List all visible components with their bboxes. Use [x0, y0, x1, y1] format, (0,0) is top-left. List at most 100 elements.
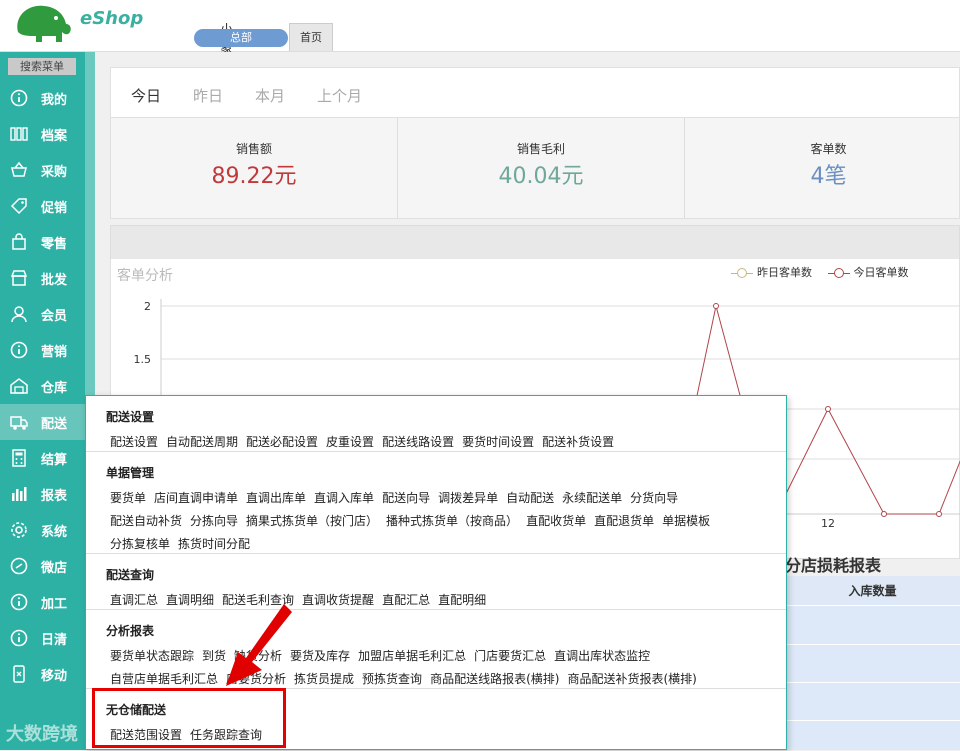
menu-link[interactable]: 预拣货查询	[362, 672, 422, 686]
calculator-icon	[12, 449, 26, 467]
menu-link[interactable]: 直调明细	[166, 593, 214, 607]
user-icon	[11, 306, 27, 323]
stat-gross-profit: 销售毛利 40.04元	[398, 118, 685, 218]
menu-link[interactable]: 永续配送单	[562, 491, 622, 505]
sidebar-item-label: 结算	[41, 453, 68, 468]
chart-header-band	[110, 225, 960, 259]
sidebar-item-15[interactable]: 日清	[0, 620, 85, 656]
sidebar-item-label: 会员	[41, 309, 68, 324]
menu-link[interactable]: 自营店单据毛利汇总	[110, 672, 218, 686]
warehouse-icon	[10, 378, 28, 394]
sidebar-item-13[interactable]: 微店	[0, 548, 85, 584]
sidebar-item-label: 档案	[41, 129, 68, 144]
menu-link[interactable]: 自动配送周期	[166, 435, 238, 449]
menu-link[interactable]: 直调收货提醒	[302, 593, 374, 607]
period-tabs: 今日 昨日 本月 上个月	[110, 67, 960, 119]
menu-link[interactable]: 配送设置	[110, 435, 158, 449]
sidebar-item-6[interactable]: 会员	[0, 296, 85, 332]
menu-link[interactable]: 单据模板	[662, 514, 710, 528]
menu-link-row: 分拣复核单 拣货时间分配	[110, 535, 258, 552]
sidebar-item-label: 移动	[41, 669, 68, 684]
sidebar-item-7[interactable]: 营销	[0, 332, 85, 368]
menu-link[interactable]: 配送补货设置	[542, 435, 614, 449]
sidebar-item-16[interactable]: 移动	[0, 656, 85, 692]
info-circle-icon	[10, 89, 28, 107]
menu-link[interactable]: 要货及库存	[290, 649, 350, 663]
sidebar-item-4[interactable]: 零售	[0, 224, 85, 260]
menu-search-input[interactable]: 搜索菜单	[8, 58, 76, 75]
sidebar-item-label: 仓库	[41, 381, 68, 396]
menu-section: 分析报表 要货单状态跟踪 到货 缺货分析 要货及库存 加盟店单据毛利汇总 门店要货汇总 直调出…	[86, 610, 786, 689]
sidebar-item-14[interactable]: 加工	[0, 584, 85, 620]
menu-link[interactable]: 要货单状态跟踪	[110, 649, 194, 663]
menu-link[interactable]: 直调出库单	[246, 491, 306, 505]
tab-today[interactable]: 今日	[131, 85, 161, 106]
menu-link-row: 要货单 店间直调申请单 直调出库单 直调入库单 配送向导 调拨差异单 自动配送 永续配送单 分货…	[110, 489, 686, 506]
x-tick-label: 12	[821, 517, 835, 530]
sidebar-item-9[interactable]: 配送	[0, 404, 85, 440]
menu-link[interactable]: 皮重设置	[326, 435, 374, 449]
tab-last-month[interactable]: 上个月	[317, 85, 362, 106]
menu-link[interactable]: 摘果式拣货单（按门店）	[246, 514, 378, 528]
menu-link[interactable]: 拣货员提成	[294, 672, 354, 686]
menu-link[interactable]: 分拣复核单	[110, 537, 170, 551]
table-row	[785, 720, 960, 721]
stat-orders-title: 客单数	[810, 142, 847, 156]
menu-section-title: 配送设置	[106, 410, 155, 424]
menu-link[interactable]: 门店要货汇总	[474, 649, 546, 663]
menu-link[interactable]: 商品配送线路报表(横排)	[430, 672, 559, 686]
menu-link[interactable]: 店间直调申请单	[154, 491, 238, 505]
sidebar-item-12[interactable]: 系统	[0, 512, 85, 548]
headquarters-button[interactable]: 总部	[194, 29, 288, 47]
menu-link[interactable]: 要货单	[110, 491, 146, 505]
stat-sales-title: 销售额	[235, 142, 272, 156]
menu-link-row: 直调汇总 直调明细 配送毛利查询 直调收货提醒 直配汇总 直配明细	[110, 591, 494, 608]
menu-link[interactable]: 调拨差异单	[438, 491, 498, 505]
sidebar-item-8[interactable]: 仓库	[0, 368, 85, 404]
menu-link[interactable]: 配送线路设置	[382, 435, 454, 449]
menu-link[interactable]: 直配退货单	[594, 514, 654, 528]
sidebar-item-3[interactable]: 促销	[0, 188, 85, 224]
menu-section: 单据管理要货单 店间直调申请单 直调出库单 直调入库单 配送向导 调拨差异单 自动配送 永续配…	[86, 452, 786, 554]
legend-item-today[interactable]: 今日客单数	[827, 264, 909, 280]
menu-link[interactable]: 配送自动补货	[110, 514, 182, 528]
stat-orders: 客单数 4笔	[685, 118, 960, 218]
menu-link[interactable]: 直调出库状态监控	[554, 649, 650, 663]
sidebar-item-10[interactable]: 结算	[0, 440, 85, 476]
shopping-bag-icon	[12, 233, 26, 250]
bar-chart-icon	[12, 487, 27, 501]
sidebar-item-1[interactable]: 档案	[0, 116, 85, 152]
menu-link[interactable]: 拣货时间分配	[178, 537, 250, 551]
menu-link[interactable]: 直配汇总	[382, 593, 430, 607]
sidebar-item-label: 营销	[41, 345, 68, 360]
tab-home[interactable]: 首页	[289, 23, 333, 51]
menu-link[interactable]: 配送向导	[382, 491, 430, 505]
menu-link[interactable]: 播种式拣货单（按商品）	[386, 514, 518, 528]
store-icon	[10, 270, 28, 286]
menu-link[interactable]: 直调入库单	[314, 491, 374, 505]
tab-this-month[interactable]: 本月	[255, 85, 285, 106]
menu-link[interactable]: 配送必配设置	[246, 435, 318, 449]
menu-link[interactable]: 直调汇总	[110, 593, 158, 607]
menu-link[interactable]: 分拣向导	[190, 514, 238, 528]
menu-link[interactable]: 自动配送	[506, 491, 554, 505]
legend-item-yesterday[interactable]: 昨日客单数	[731, 264, 812, 280]
sidebar-item-2[interactable]: 采购	[0, 152, 85, 188]
menu-link[interactable]: 直配明细	[438, 593, 486, 607]
today-series-point	[713, 303, 719, 309]
chart-legend: 昨日客单数 今日客单数	[731, 264, 921, 280]
tab-yesterday[interactable]: 昨日	[193, 85, 223, 106]
menu-link[interactable]: 直配收货单	[526, 514, 586, 528]
menu-link[interactable]: 加盟店单据毛利汇总	[358, 649, 466, 663]
sidebar-item-0[interactable]: 我的	[0, 80, 85, 116]
sidebar-item-5[interactable]: 批发	[0, 260, 85, 296]
menu-section-title: 单据管理	[106, 466, 155, 480]
menu-link[interactable]: 商品配送补货报表(横排)	[567, 672, 696, 686]
menu-link[interactable]: 要货时间设置	[462, 435, 534, 449]
sidebar-item-label: 我的	[41, 93, 68, 108]
sidebar-item-label: 零售	[41, 237, 68, 252]
stat-orders-value: 4笔	[810, 164, 847, 189]
menu-link[interactable]: 分货向导	[630, 491, 678, 505]
report-column-header: 入库数量	[785, 576, 960, 606]
sidebar-item-11[interactable]: 报表	[0, 476, 85, 512]
